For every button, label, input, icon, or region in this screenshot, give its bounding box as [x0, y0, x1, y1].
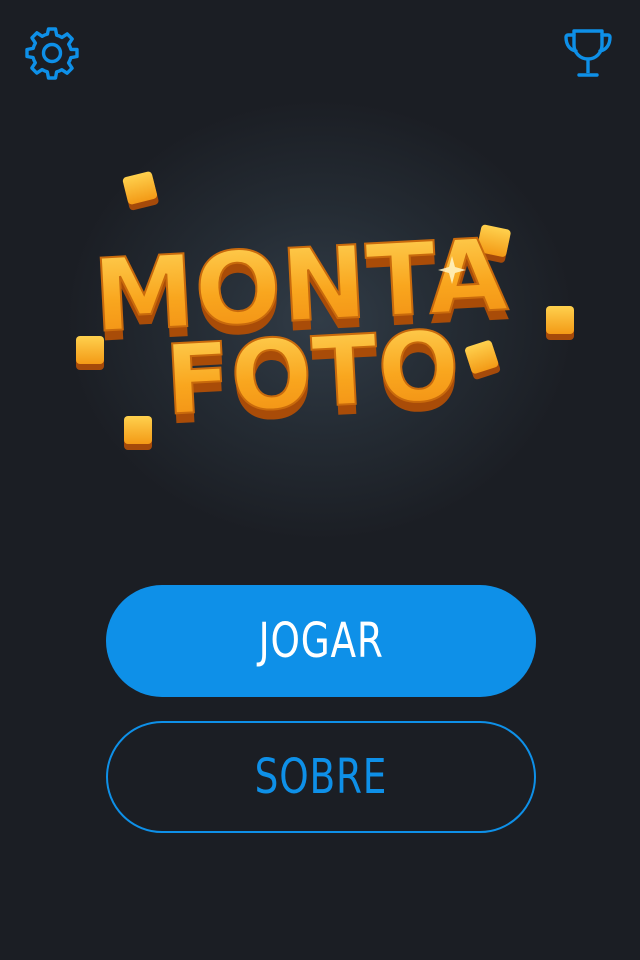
play-button-label: JOGAR — [258, 613, 384, 669]
logo-title-line2: FOTO FOTO — [161, 308, 463, 446]
about-button[interactable]: SOBRE — [106, 721, 536, 833]
play-button[interactable]: JOGAR — [106, 585, 536, 697]
cube-decoration — [546, 306, 574, 340]
gear-icon — [25, 27, 79, 80]
cube-decoration — [124, 416, 152, 450]
cube-decoration — [122, 171, 159, 211]
main-menu-screen: MONTA MONTA FOTO FOTO JOGAR SOBRE — [0, 0, 640, 960]
trophy-icon — [564, 29, 612, 77]
about-button-label: SOBRE — [254, 749, 388, 805]
leaderboard-button[interactable] — [560, 25, 616, 81]
settings-button[interactable] — [24, 25, 80, 81]
game-logo: MONTA MONTA FOTO FOTO — [60, 160, 580, 460]
svg-text:FOTO: FOTO — [162, 309, 462, 436]
cube-decoration — [465, 340, 501, 380]
